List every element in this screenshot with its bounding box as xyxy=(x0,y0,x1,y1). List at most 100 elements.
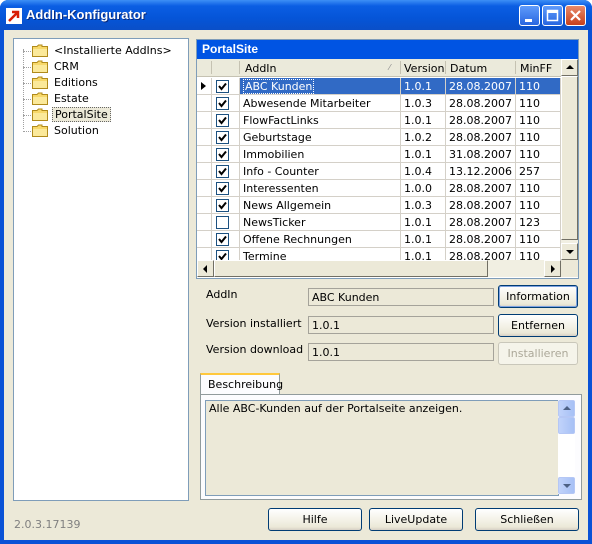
grid-horizontal-scrollbar[interactable] xyxy=(197,260,561,277)
enabled-checkbox[interactable] xyxy=(216,131,229,144)
enabled-checkbox[interactable] xyxy=(216,250,229,260)
tree-item[interactable]: CRM xyxy=(14,59,184,75)
version-cell: 1.0.1 xyxy=(401,231,446,248)
desc-scroll-down-button[interactable] xyxy=(558,477,575,494)
addin-name-cell-text: Immobilien xyxy=(243,148,305,161)
version-cell: 1.0.1 xyxy=(401,78,446,95)
desc-scroll-thumb[interactable] xyxy=(558,417,575,434)
date-cell: 28.08.2007 xyxy=(446,180,516,197)
desc-scroll-up-button[interactable] xyxy=(558,400,575,417)
scroll-thumb[interactable] xyxy=(561,76,578,240)
minimize-button[interactable] xyxy=(519,5,540,26)
tree-item[interactable]: PortalSite xyxy=(14,107,184,123)
table-row[interactable]: Info - Counter 1.0.4 13.12.2006 257 xyxy=(197,163,561,180)
scroll-down-button[interactable] xyxy=(561,243,578,260)
checkmark-icon xyxy=(218,167,227,176)
remove-button[interactable]: Entfernen xyxy=(498,314,578,337)
enabled-checkbox[interactable] xyxy=(216,148,229,161)
enabled-checkbox[interactable] xyxy=(216,165,229,178)
close-window-button[interactable] xyxy=(565,5,586,26)
close-button[interactable]: Schließen xyxy=(475,508,579,531)
enabled-checkbox-cell xyxy=(212,180,240,197)
date-cell: 28.08.2007 xyxy=(446,214,516,231)
tree-item[interactable]: Solution xyxy=(14,123,184,139)
tree-connector xyxy=(23,67,31,68)
header-separator xyxy=(400,61,401,74)
enabled-checkbox-cell xyxy=(212,231,240,248)
maximize-icon xyxy=(546,9,559,22)
title-bar[interactable]: AddIn-Konfigurator xyxy=(0,0,592,30)
scroll-corner xyxy=(561,260,578,277)
table-row[interactable]: FlowFactLinks 1.0.1 28.08.2007 110 xyxy=(197,112,561,129)
information-button[interactable]: Information xyxy=(498,285,578,308)
table-row[interactable]: News Allgemein 1.0.3 28.08.2007 110 xyxy=(197,197,561,214)
tree-item-label: Editions xyxy=(54,76,98,89)
description-scrollbar[interactable] xyxy=(558,400,575,494)
header-separator xyxy=(515,61,516,74)
version-cell: 1.0.2 xyxy=(401,129,446,146)
table-row[interactable]: ABC Kunden 1.0.1 28.08.2007 110 xyxy=(197,78,561,95)
table-row[interactable]: Immobilien 1.0.1 31.08.2007 110 xyxy=(197,146,561,163)
column-header-date[interactable]: Datum xyxy=(450,62,487,75)
enabled-checkbox[interactable] xyxy=(216,216,229,229)
enabled-checkbox[interactable] xyxy=(216,199,229,212)
install-button[interactable]: Installieren xyxy=(498,342,578,365)
category-tree[interactable]: <Installierte AddIns> CRM Editions Estate Po… xyxy=(13,38,189,501)
date-cell-text: 28.08.2007 xyxy=(449,114,512,127)
scroll-left-button[interactable] xyxy=(197,260,214,277)
enabled-checkbox[interactable] xyxy=(216,80,229,93)
liveupdate-button[interactable]: LiveUpdate xyxy=(369,508,463,531)
scroll-up-button[interactable] xyxy=(561,59,578,76)
table-row[interactable]: Interessenten 1.0.0 28.08.2007 110 xyxy=(197,180,561,197)
version-cell-text: 1.0.3 xyxy=(404,97,432,110)
tab-description[interactable]: Beschreibung xyxy=(200,373,283,395)
date-cell: 28.08.2007 xyxy=(446,231,516,248)
column-header-minff[interactable]: MinFF xyxy=(520,62,552,75)
tree-connector xyxy=(23,115,31,116)
enabled-checkbox[interactable] xyxy=(216,114,229,127)
help-button[interactable]: Hilfe xyxy=(268,508,362,531)
version-cell: 1.0.1 xyxy=(401,146,446,163)
grid-vertical-scrollbar[interactable] xyxy=(561,59,578,260)
date-cell: 28.08.2007 xyxy=(446,78,516,95)
minff-cell-text: 110 xyxy=(519,148,540,161)
minff-cell-text: 257 xyxy=(519,165,540,178)
table-row[interactable]: Geburtstage 1.0.2 28.08.2007 110 xyxy=(197,129,561,146)
tree-item-label: PortalSite xyxy=(52,107,111,122)
enabled-checkbox-cell xyxy=(212,248,240,260)
hscroll-thumb[interactable] xyxy=(214,260,488,277)
addin-name-cell-text: NewsTicker xyxy=(243,216,306,229)
table-row[interactable]: Abwesende Mitarbeiter 1.0.3 28.08.2007 110 xyxy=(197,95,561,112)
tree-item[interactable]: Estate xyxy=(14,91,184,107)
enabled-checkbox-cell xyxy=(212,214,240,231)
maximize-button[interactable] xyxy=(542,5,563,26)
addin-grid[interactable]: PortalSite AddIn ⁄ Version Datum MinFF A… xyxy=(196,39,579,279)
tree-connector xyxy=(23,99,31,100)
scroll-right-button[interactable] xyxy=(544,260,561,277)
tree-item-label: Estate xyxy=(54,92,89,105)
addin-name-cell-text: Interessenten xyxy=(243,182,319,195)
minff-cell-text: 123 xyxy=(519,216,540,229)
enabled-checkbox[interactable] xyxy=(216,182,229,195)
table-row[interactable]: Termine 1.0.1 28.08.2007 110 xyxy=(197,248,561,260)
tree-item[interactable]: Editions xyxy=(14,75,184,91)
checkmark-icon xyxy=(218,116,227,125)
version-cell: 1.0.0 xyxy=(401,180,446,197)
enabled-checkbox[interactable] xyxy=(216,97,229,110)
tree-item[interactable]: <Installierte AddIns> xyxy=(14,43,184,59)
folder-icon xyxy=(32,76,48,89)
table-row[interactable]: Offene Rechnungen 1.0.1 28.08.2007 110 xyxy=(197,231,561,248)
enabled-checkbox[interactable] xyxy=(216,233,229,246)
date-cell-text: 28.08.2007 xyxy=(449,216,512,229)
close-icon xyxy=(570,10,581,21)
column-header-version[interactable]: Version xyxy=(404,62,444,75)
minff-cell-text: 110 xyxy=(519,250,540,260)
addin-name-cell-text: ABC Kunden xyxy=(243,79,315,94)
addin-name-cell: Abwesende Mitarbeiter xyxy=(240,95,401,112)
version-label: 2.0.3.17139 xyxy=(14,518,81,531)
date-cell: 28.08.2007 xyxy=(446,95,516,112)
addin-name-cell: Interessenten xyxy=(240,180,401,197)
table-row[interactable]: NewsTicker 1.0.1 28.08.2007 123 xyxy=(197,214,561,231)
description-textarea[interactable]: Alle ABC-Kunden auf der Portalseite anze… xyxy=(205,400,559,496)
column-header-addin[interactable]: AddIn xyxy=(245,62,277,75)
